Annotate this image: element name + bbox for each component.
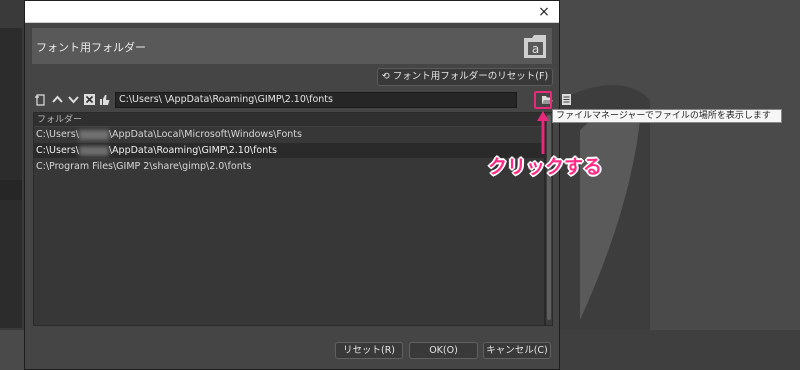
list-item[interactable]: C:\Users\ \AppData\Local\Microsoft\Window… <box>34 127 544 142</box>
new-folder-button[interactable] <box>33 92 48 107</box>
list-item[interactable]: C:\Users\ \AppData\Roaming\GIMP\2.10\font… <box>34 143 544 158</box>
move-down-button[interactable] <box>66 92 81 107</box>
column-header-folder[interactable]: フォルダー <box>34 113 544 127</box>
tooltip: ファイルマネージャーでファイルの場所を表示します <box>552 109 782 123</box>
delete-icon <box>84 94 95 105</box>
delete-button[interactable] <box>82 92 97 107</box>
new-folder-icon <box>35 94 45 106</box>
background-artwork <box>560 85 650 370</box>
reset-folders-button[interactable]: ⟲ フォント用フォルダーのリセット(F) <box>377 68 553 86</box>
highlight-box <box>534 91 552 109</box>
reset-button[interactable]: リセット(R) <box>335 342 403 359</box>
font-folders-dialog: × フォント用フォルダー a ⟲ フォント用フォルダーのリセット(F) C:\U… <box>24 0 571 370</box>
move-up-button[interactable] <box>50 92 65 107</box>
reset-folders-label: フォント用フォルダーのリセット(F) <box>392 71 549 82</box>
reset-icon: ⟲ <box>381 71 390 82</box>
up-arrow-icon <box>52 95 63 103</box>
cancel-button[interactable]: キャンセル(C) <box>483 342 551 359</box>
redacted-username <box>78 129 109 140</box>
callout-label: クリックする <box>488 156 603 178</box>
background-panel <box>0 28 22 328</box>
page-title: フォント用フォルダー <box>36 41 146 54</box>
folder-list: フォルダー C:\Users\ \AppData\Local\Microsoft\… <box>33 112 545 326</box>
path-input[interactable]: C:\Users\ \AppData\Roaming\GIMP\2.10\fon… <box>115 92 517 108</box>
file-manager-icon <box>562 94 571 105</box>
close-button[interactable]: × <box>535 3 553 21</box>
dialog-header: フォント用フォルダー a <box>32 28 552 64</box>
down-arrow-icon <box>68 96 79 104</box>
thumb-icon <box>100 95 110 105</box>
up-arrow-annotation-icon <box>537 111 549 154</box>
list-item-path-suffix: \AppData\Roaming\GIMP\2.10\fonts <box>108 145 277 156</box>
folder-toolbar: C:\Users\ \AppData\Roaming\GIMP\2.10\fon… <box>33 91 571 109</box>
list-item-path: C:\Users\ <box>36 129 79 140</box>
background-bottom <box>560 330 800 370</box>
ok-button[interactable]: OK(O) <box>409 342 478 359</box>
redacted-username <box>78 145 109 156</box>
background-strip <box>0 180 22 200</box>
file-manager-button[interactable] <box>559 92 574 107</box>
title-bar: × <box>25 1 559 23</box>
list-item-path-suffix: \AppData\Local\Microsoft\Windows\Fonts <box>108 129 302 140</box>
font-folder-icon: a <box>524 35 546 58</box>
writable-toggle-button[interactable] <box>97 92 112 107</box>
list-item-path: C:\Users\ <box>36 145 79 156</box>
list-item-path: C:\Program Files\GIMP 2\share\gimp\2.0\f… <box>36 161 252 172</box>
svg-text:a: a <box>532 42 539 56</box>
list-item[interactable]: C:\Program Files\GIMP 2\share\gimp\2.0\f… <box>34 159 544 174</box>
